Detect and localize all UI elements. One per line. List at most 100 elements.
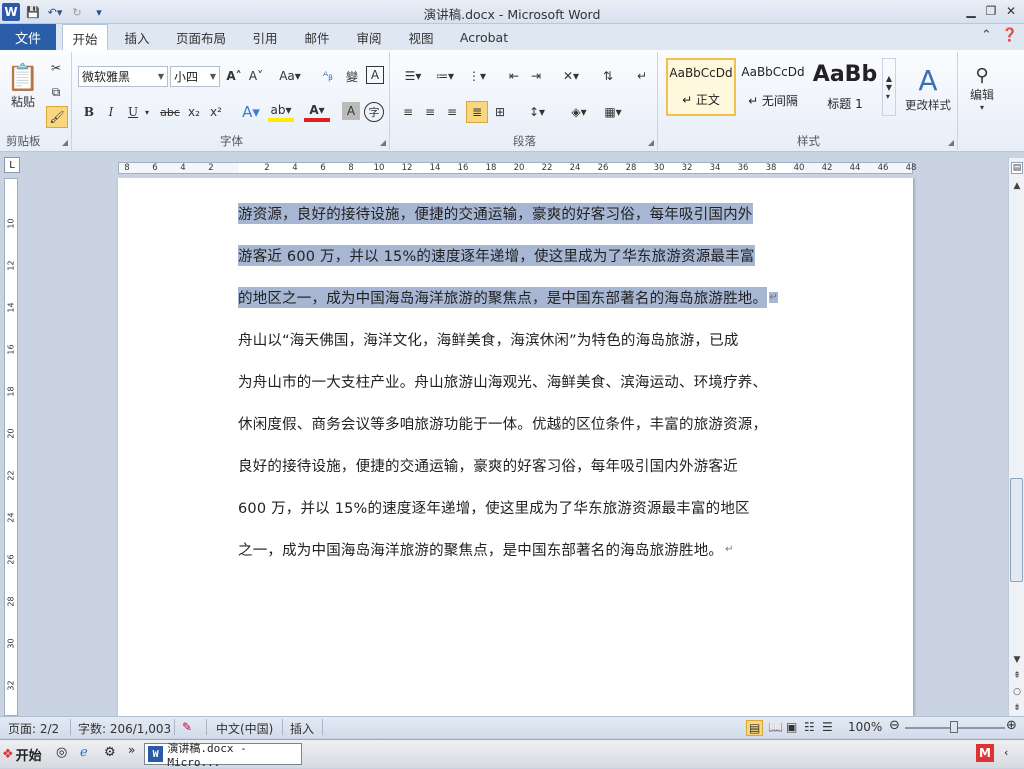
- chinese-layout-icon[interactable]: ✕▾: [556, 66, 586, 86]
- tab-view[interactable]: 视图: [400, 24, 442, 50]
- insert-mode[interactable]: 插入: [290, 720, 314, 737]
- page-count[interactable]: 页面: 2/2: [8, 720, 59, 737]
- underline-dropdown-icon[interactable]: ▾: [142, 102, 152, 122]
- align-center-icon[interactable]: ≡: [420, 102, 440, 122]
- text-line[interactable]: 休闲度假、商务会议等多咱旅游功能于一体。优越的区位条件，丰富的旅游资源，: [238, 402, 798, 444]
- font-launcher-icon[interactable]: ◢: [380, 138, 386, 147]
- style-no-spacing[interactable]: AaBbCcDd ↵ 无间隔: [738, 58, 808, 116]
- tab-insert[interactable]: 插入: [116, 24, 158, 50]
- tab-file[interactable]: 文件: [0, 24, 56, 50]
- change-case-icon[interactable]: Aa▾: [278, 66, 302, 86]
- zoom-out-icon[interactable]: ⊖: [889, 718, 900, 733]
- text-effects-icon[interactable]: A▾: [238, 102, 264, 122]
- zoom-slider-thumb[interactable]: [950, 721, 958, 733]
- tab-references[interactable]: 引用: [244, 24, 286, 50]
- ruler-bar[interactable]: 8 6 4 2 2 4 6 8 10 12 14 16 18 20 22 24 26 28 30 32 34 36 38 40…: [118, 162, 916, 174]
- phonetic-guide-icon[interactable]: 變: [342, 66, 362, 86]
- paragraph-launcher-icon[interactable]: ◢: [648, 138, 654, 147]
- borders-icon[interactable]: ▦▾: [598, 102, 628, 122]
- tab-review[interactable]: 审阅: [348, 24, 390, 50]
- zoom-level[interactable]: 100%: [848, 720, 882, 734]
- enclose-character-icon[interactable]: 字: [364, 102, 384, 122]
- editing-button[interactable]: ⚲ 编辑 ▾: [962, 58, 1002, 118]
- highlight-color-icon[interactable]: ab▾: [268, 102, 294, 122]
- character-border-icon[interactable]: A: [366, 66, 384, 84]
- proofing-icon[interactable]: ✎: [182, 720, 192, 734]
- shading-icon[interactable]: ◈▾: [564, 102, 594, 122]
- text-line[interactable]: 游客近 600 万，并以 15%的速度逐年递增，使这里成为了华东旅游资源最丰富: [238, 234, 798, 276]
- change-styles-button[interactable]: A 更改样式: [900, 56, 956, 120]
- clear-format-icon[interactable]: ᴬᵦ: [318, 66, 338, 86]
- minimize-button[interactable]: ▁: [962, 2, 980, 20]
- vertical-scrollbar[interactable]: ▤ ▲ ▼ ⇞ ○ ⇟: [1008, 158, 1024, 716]
- text-line[interactable]: 之一，成为中国海岛海洋旅游的聚焦点，是中国东部著名的海岛旅游胜地。 ↵: [238, 528, 798, 570]
- full-screen-reading-icon[interactable]: 📖: [768, 720, 783, 734]
- bullets-icon[interactable]: ☰▾: [398, 66, 428, 86]
- text-line[interactable]: 舟山以“海天佛国，海洋文化，海鲜美食，海滨休闲”为特色的海岛旅游，已成: [238, 318, 798, 360]
- minimize-ribbon-icon[interactable]: ⌃: [981, 28, 992, 43]
- styles-scroll-icon[interactable]: ▲ ▼ ▾: [882, 58, 896, 116]
- start-button[interactable]: ❖ 开始: [2, 742, 48, 766]
- format-painter-icon[interactable]: 🖌: [46, 106, 68, 128]
- tab-acrobat[interactable]: Acrobat: [452, 24, 516, 50]
- web-layout-icon[interactable]: ▣: [786, 720, 797, 734]
- ie-icon[interactable]: ℯ: [80, 745, 88, 760]
- show-marks-icon[interactable]: ↵: [632, 66, 652, 86]
- numbering-icon[interactable]: ≔▾: [430, 66, 460, 86]
- styles-launcher-icon[interactable]: ◢: [948, 138, 954, 147]
- justify-icon[interactable]: ≣: [466, 101, 488, 123]
- italic-button[interactable]: I: [102, 102, 120, 122]
- copy-icon[interactable]: ⧉: [46, 82, 66, 102]
- restore-button[interactable]: ❐: [982, 2, 1000, 20]
- character-shading-icon[interactable]: A: [342, 102, 360, 120]
- align-left-icon[interactable]: ≡: [398, 102, 418, 122]
- scroll-up-icon[interactable]: ▲: [1011, 180, 1023, 192]
- decrease-indent-icon[interactable]: ⇤: [504, 66, 524, 86]
- desktop-icon[interactable]: ◎: [56, 745, 67, 760]
- tray-expand-icon[interactable]: ‹: [1004, 746, 1008, 759]
- shrink-font-icon[interactable]: A˅: [246, 66, 266, 86]
- cut-icon[interactable]: ✂: [46, 58, 66, 78]
- text-line[interactable]: 良好的接待设施，便捷的交通运输，豪爽的好客习俗，每年吸引国内外游客近: [238, 444, 798, 486]
- view-ruler-icon[interactable]: ▤: [1011, 162, 1023, 174]
- strikethrough-button[interactable]: abc: [158, 102, 182, 122]
- distributed-icon[interactable]: ⊞: [490, 102, 510, 122]
- text-line[interactable]: 游资源，良好的接待设施，便捷的交通运输，豪爽的好客习俗，每年吸引国内外: [238, 192, 798, 234]
- font-name-select[interactable]: 微软雅黑 ▼: [78, 66, 168, 87]
- style-normal[interactable]: AaBbCcDd ↵ 正文: [666, 58, 736, 116]
- text-line[interactable]: 为舟山市的一大支柱产业。舟山旅游山海观光、海鲜美食、滨海运动、环境疗养、: [238, 360, 798, 402]
- font-size-select[interactable]: 小四 ▼: [170, 66, 220, 87]
- taskbar-word-button[interactable]: W 演讲稿.docx - Micro...: [144, 742, 302, 769]
- tab-page-layout[interactable]: 页面布局: [168, 24, 234, 50]
- align-right-icon[interactable]: ≡: [442, 102, 462, 122]
- more-quicklaunch-icon[interactable]: »: [128, 743, 135, 757]
- print-layout-icon[interactable]: ▤: [746, 720, 764, 736]
- media-icon[interactable]: ⚙: [104, 745, 116, 760]
- underline-button[interactable]: U: [124, 102, 142, 122]
- next-page-icon[interactable]: ⇟: [1011, 702, 1023, 714]
- tab-mailings[interactable]: 邮件: [296, 24, 338, 50]
- document-text[interactable]: 游资源，良好的接待设施，便捷的交通运输，豪爽的好客习俗，每年吸引国内外 游客近 6…: [238, 192, 798, 570]
- text-line[interactable]: 的地区之一，成为中国海岛海洋旅游的聚焦点，是中国东部著名的海岛旅游胜地。 ↵: [238, 276, 798, 318]
- line-spacing-icon[interactable]: ↕▾: [522, 102, 552, 122]
- document-page[interactable]: 游资源，良好的接待设施，便捷的交通运输，豪爽的好客习俗，每年吸引国内外 游客近 6…: [118, 178, 913, 716]
- style-heading1[interactable]: AaBb 标题 1: [810, 58, 880, 116]
- grow-font-icon[interactable]: A˄: [224, 66, 244, 86]
- tab-home[interactable]: 开始: [62, 24, 108, 51]
- superscript-button[interactable]: x²: [206, 102, 226, 122]
- word-count[interactable]: 字数: 206/1,003: [78, 720, 171, 737]
- bold-button[interactable]: B: [80, 102, 98, 122]
- text-line[interactable]: 600 万，并以 15%的速度逐年递增，使这里成为了华东旅游资源最丰富的地区: [238, 486, 798, 528]
- previous-page-icon[interactable]: ⇞: [1011, 670, 1023, 682]
- close-button[interactable]: ✕: [1002, 2, 1020, 20]
- tray-app-icon[interactable]: M: [976, 744, 994, 762]
- sort-icon[interactable]: ⇅: [598, 66, 618, 86]
- multilevel-list-icon[interactable]: ⋮▾: [462, 66, 492, 86]
- scrollbar-thumb[interactable]: [1010, 478, 1023, 582]
- font-color-icon[interactable]: A▾: [304, 102, 330, 122]
- increase-indent-icon[interactable]: ⇥: [526, 66, 546, 86]
- paste-button[interactable]: 📋 粘贴: [6, 56, 40, 116]
- help-icon[interactable]: ❓: [1002, 28, 1018, 43]
- zoom-in-icon[interactable]: ⊕: [1006, 718, 1017, 733]
- clipboard-launcher-icon[interactable]: ◢: [62, 138, 68, 147]
